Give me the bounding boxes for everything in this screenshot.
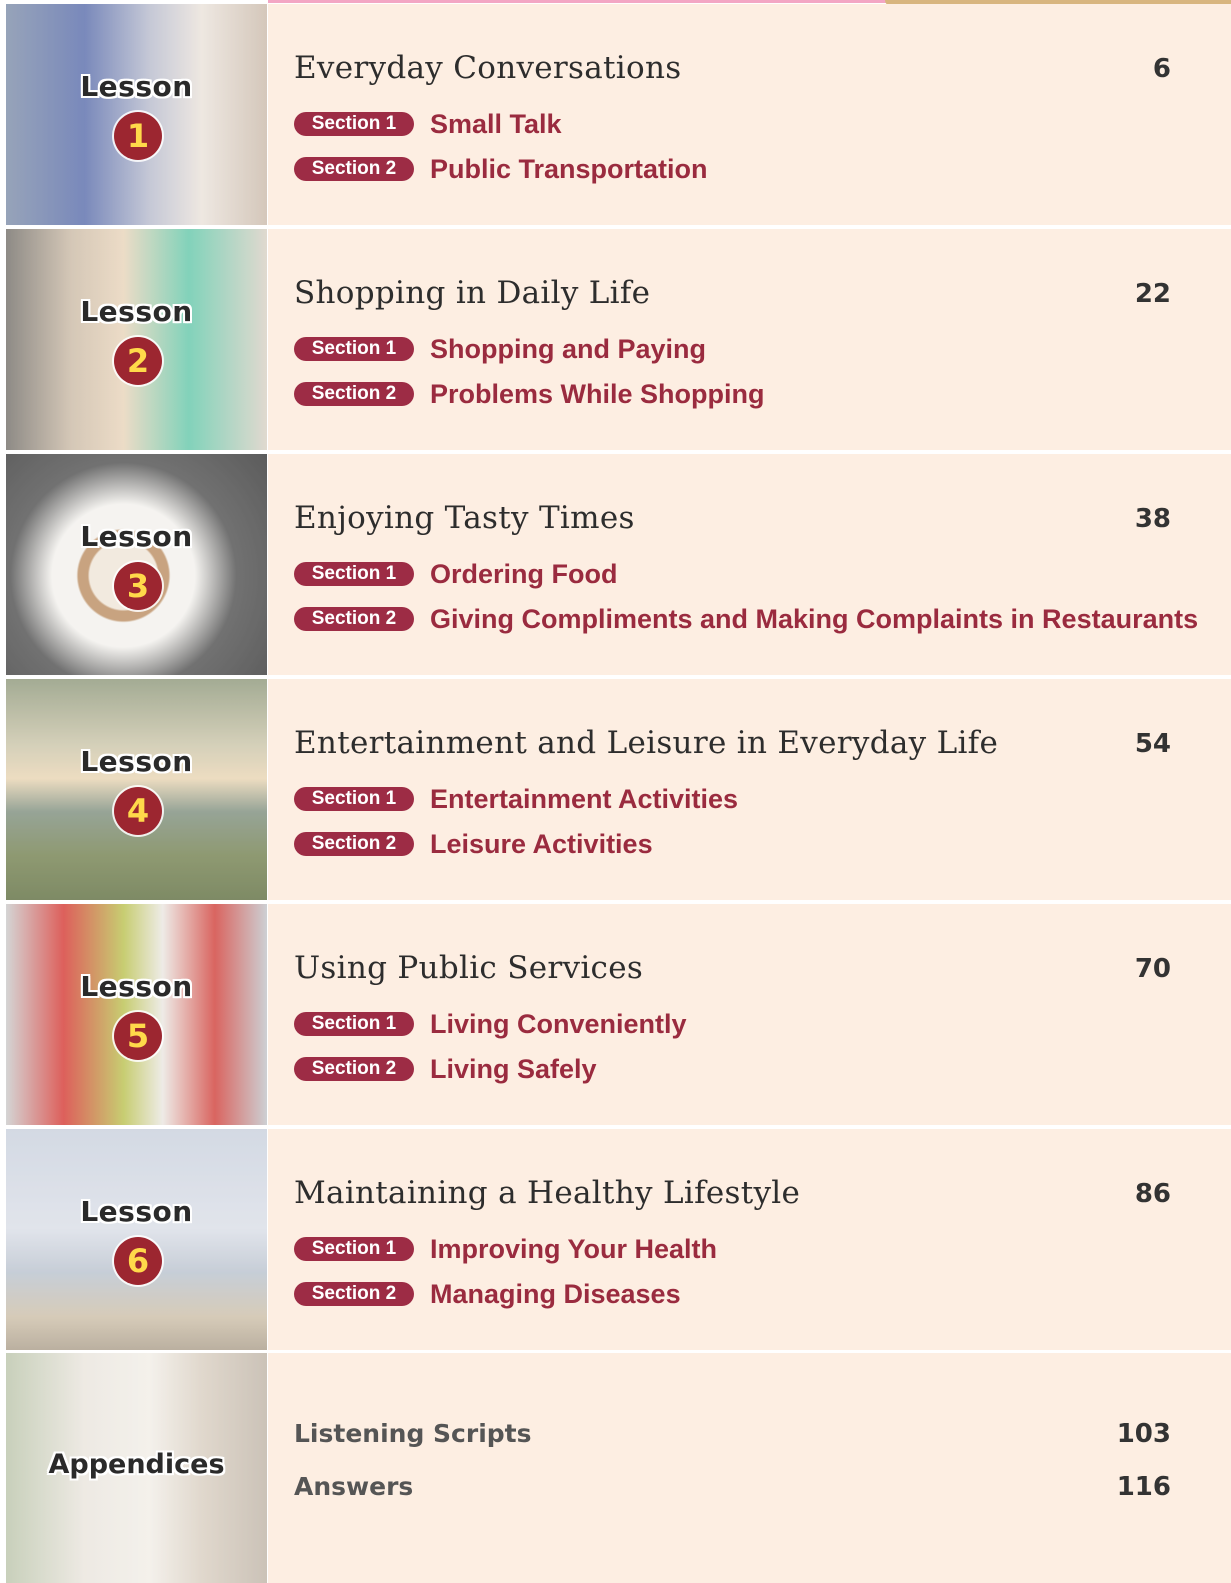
section-entry[interactable]: Section 2 Leisure Activities — [294, 828, 653, 859]
lesson-number-badge: 3 — [114, 562, 162, 610]
section-badge: Section 2 — [294, 157, 414, 181]
page-number: 86 — [1134, 1179, 1171, 1209]
page-number: 116 — [1116, 1472, 1171, 1502]
section-entry[interactable]: Section 1 Living Conveniently — [294, 1008, 687, 1039]
lesson-1-content: Everyday Conversations 6 Section 1 Small… — [268, 4, 1231, 225]
page-number: 70 — [1134, 954, 1171, 984]
toc-row-lesson-1[interactable]: Lesson 1 Everyday Conversations 6 Sectio… — [6, 4, 1231, 225]
section-entry[interactable]: Section 1 Shopping and Paying — [294, 333, 706, 364]
toc-row-lesson-5[interactable]: Lesson 5 Using Public Services 70 Sectio… — [6, 904, 1231, 1125]
lesson-5-content: Using Public Services 70 Section 1 Livin… — [268, 904, 1231, 1125]
lesson-6-content: Maintaining a Healthy Lifestyle 86 Secti… — [268, 1129, 1231, 1350]
section-badge: Section 2 — [294, 607, 414, 631]
lesson-title[interactable]: Everyday Conversations — [294, 50, 681, 86]
lesson-4-content: Entertainment and Leisure in Everyday Li… — [268, 679, 1231, 900]
top-border-line — [268, 0, 888, 3]
section-entry[interactable]: Section 1 Small Talk — [294, 108, 562, 139]
lesson-4-photo: Lesson 4 — [6, 679, 267, 900]
section-title: Problems While Shopping — [430, 378, 765, 409]
section-title: Improving Your Health — [430, 1233, 718, 1264]
lesson-number-badge: 5 — [114, 1012, 162, 1060]
page-number: 22 — [1134, 279, 1171, 309]
lesson-number-badge: 6 — [114, 1237, 162, 1285]
toc-row-lesson-2[interactable]: Lesson 2 Shopping in Daily Life 22 Secti… — [6, 229, 1231, 450]
appendix-item-answers[interactable]: Answers — [294, 1472, 413, 1501]
section-badge: Section 1 — [294, 112, 414, 136]
lesson-label: Lesson — [80, 745, 193, 778]
section-badge: Section 1 — [294, 337, 414, 361]
section-entry[interactable]: Section 2 Living Safely — [294, 1053, 597, 1084]
section-badge: Section 2 — [294, 1057, 414, 1081]
section-badge: Section 2 — [294, 382, 414, 406]
lesson-label: Lesson — [80, 70, 193, 103]
lesson-title[interactable]: Using Public Services — [294, 950, 643, 986]
lesson-label: Lesson — [80, 520, 193, 553]
toc-row-lesson-3[interactable]: Lesson 3 Enjoying Tasty Times 38 Section… — [6, 454, 1231, 675]
page-number: 54 — [1134, 729, 1171, 759]
section-entry[interactable]: Section 1 Entertainment Activities — [294, 783, 739, 814]
section-title: Giving Compliments and Making Complaints… — [430, 603, 1199, 634]
toc-row-lesson-4[interactable]: Lesson 4 Entertainment and Leisure in Ev… — [6, 679, 1231, 900]
section-badge: Section 1 — [294, 1237, 414, 1261]
lesson-1-photo: Lesson 1 — [6, 4, 267, 225]
lesson-number-badge: 4 — [114, 787, 162, 835]
section-entry[interactable]: Section 1 Ordering Food — [294, 558, 618, 589]
section-badge: Section 1 — [294, 1012, 414, 1036]
section-badge: Section 2 — [294, 832, 414, 856]
section-title: Managing Diseases — [430, 1278, 681, 1309]
lesson-2-content: Shopping in Daily Life 22 Section 1 Shop… — [268, 229, 1231, 450]
section-badge: Section 1 — [294, 562, 414, 586]
lesson-3-photo: Lesson 3 — [6, 454, 267, 675]
appendix-item-listening-scripts[interactable]: Listening Scripts — [294, 1419, 532, 1448]
lesson-3-content: Enjoying Tasty Times 38 Section 1 Orderi… — [268, 454, 1231, 675]
section-entry[interactable]: Section 2 Public Transportation — [294, 153, 708, 184]
page-number: 38 — [1134, 504, 1171, 534]
lesson-number-badge: 2 — [114, 337, 162, 385]
section-title: Living Conveniently — [430, 1008, 687, 1039]
lesson-title[interactable]: Entertainment and Leisure in Everyday Li… — [294, 725, 998, 761]
section-title: Small Talk — [430, 108, 562, 139]
toc-row-lesson-6[interactable]: Lesson 6 Maintaining a Healthy Lifestyle… — [6, 1129, 1231, 1350]
section-entry[interactable]: Section 2 Giving Compliments and Making … — [294, 603, 1199, 634]
page-number: 6 — [1152, 54, 1171, 84]
lesson-title[interactable]: Maintaining a Healthy Lifestyle — [294, 1175, 800, 1211]
section-title: Leisure Activities — [430, 828, 653, 859]
lesson-title[interactable]: Enjoying Tasty Times — [294, 500, 635, 536]
section-badge: Section 1 — [294, 787, 414, 811]
section-title: Shopping and Paying — [430, 333, 706, 364]
lesson-title[interactable]: Shopping in Daily Life — [294, 275, 650, 311]
appendices-label: Appendices — [48, 1449, 225, 1480]
page-number: 103 — [1116, 1419, 1171, 1449]
section-title: Entertainment Activities — [430, 783, 739, 814]
lesson-label: Lesson — [80, 1195, 193, 1228]
appendices-content: Listening Scripts 103 Answers 116 — [268, 1353, 1231, 1583]
lesson-2-photo: Lesson 2 — [6, 229, 267, 450]
lesson-5-photo: Lesson 5 — [6, 904, 267, 1125]
section-badge: Section 2 — [294, 1282, 414, 1306]
section-title: Living Safely — [430, 1053, 597, 1084]
lesson-label: Lesson — [80, 295, 193, 328]
section-title: Public Transportation — [430, 153, 708, 184]
section-title: Ordering Food — [430, 558, 618, 589]
lesson-number-badge: 1 — [114, 112, 162, 160]
section-entry[interactable]: Section 1 Improving Your Health — [294, 1233, 718, 1264]
lesson-label: Lesson — [80, 970, 193, 1003]
appendices-photo: Appendices — [6, 1353, 267, 1583]
toc-row-appendices[interactable]: Appendices Listening Scripts 103 Answers… — [6, 1353, 1231, 1583]
section-entry[interactable]: Section 2 Problems While Shopping — [294, 378, 765, 409]
section-entry[interactable]: Section 2 Managing Diseases — [294, 1278, 681, 1309]
lesson-6-photo: Lesson 6 — [6, 1129, 267, 1350]
